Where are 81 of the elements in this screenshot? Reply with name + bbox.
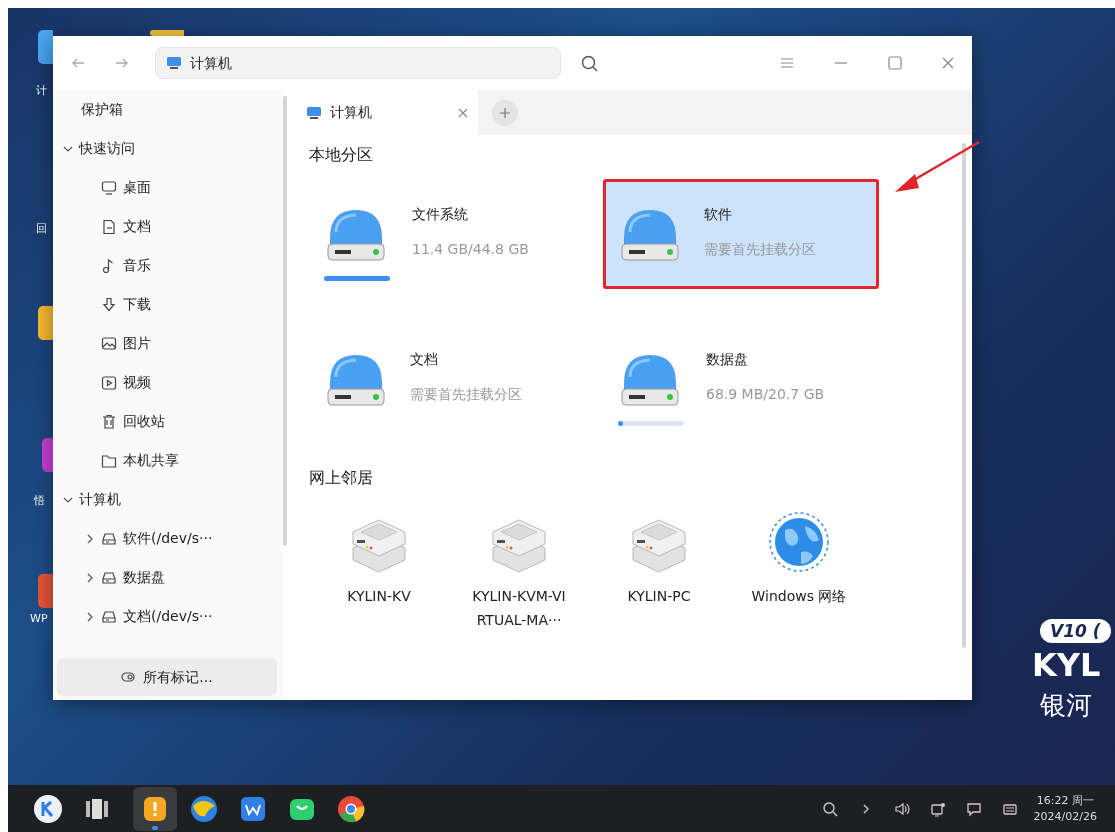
tag-icon [121,672,136,682]
monitor-icon [101,179,117,196]
menu-icon [780,57,794,69]
arrow-right-icon [115,57,129,69]
maximize-icon [888,56,902,70]
drive-item[interactable]: 文档 需要首先挂载分区 [309,324,585,434]
network-host-name: KYLIN-PC [627,587,691,606]
sidebar-item[interactable]: 计算机 [53,480,283,519]
speaker-icon [893,800,910,817]
arrow-left-icon [71,57,85,69]
drive-name: 文档 [410,350,439,369]
drive-icon [101,569,117,586]
search-icon [581,54,598,72]
clock-display: 16:22 周一 2024/02/26 [1033,792,1097,825]
tab[interactable]: 计算机 [296,90,478,135]
network-host-item[interactable]: KYLIN-KVM-VIRTUAL-MA··· [449,502,589,632]
taskbar-app-button[interactable] [133,786,177,831]
trash-icon [101,413,117,430]
browser-icon [189,793,219,824]
running-indicator [152,825,158,830]
drive-name: 软件 [704,205,733,224]
desktop-icon-label[interactable]: 悟 [34,494,45,507]
search-icon [821,800,838,817]
drive-icon [101,530,117,547]
network-host-item[interactable]: KYLIN-PC [589,502,729,632]
chevron-right-icon[interactable] [85,611,95,622]
drive-item[interactable]: 数据盘 68.9 MB/20.7 GB [603,324,879,434]
network-host-name: Windows 网络 [751,587,847,606]
brand-subtitle: 银河 [1040,690,1092,720]
network-host-item[interactable]: Windows 网络 [729,502,869,632]
drive-detail: 需要首先挂载分区 [704,240,816,259]
drive-detail: 需要首先挂载分区 [410,385,522,404]
chat-bubble-icon [965,800,982,817]
drive-item[interactable]: 软件 需要首先挂载分区 [603,179,879,289]
video-icon [101,374,117,391]
sidebar-item[interactable]: 本机共享 [53,441,283,480]
drive-name: 数据盘 [706,350,749,369]
address-bar[interactable]: 计算机 [155,47,561,79]
drive-detail: 68.9 MB/20.7 GB [706,385,825,404]
version-badge: V10 ( [1040,619,1111,643]
network-host-item[interactable]: KYLIN-KV [309,502,449,632]
globe-icon [767,510,831,574]
network-host-name: KYLIN-KVM-VIRTUAL-MA··· [471,587,567,630]
brand-logo-text: KYL [1032,646,1101,684]
sidebar-item[interactable]: 音乐 [53,246,283,285]
desktop-icon-label[interactable]: 回 [36,222,47,235]
document-icon [101,218,117,235]
desktop-icon-label[interactable]: WP [30,612,48,625]
network-host-name: KYLIN-KV [347,587,411,606]
download-icon [101,296,117,313]
sidebar-item[interactable]: 保护箱 [53,90,283,129]
sidebar-item[interactable]: 视频 [53,363,283,402]
circle-logo-icon [336,793,366,824]
sidebar-item[interactable]: 数据盘 [53,558,283,597]
section-heading: 网上邻居 [309,467,374,489]
chevron-right-icon[interactable] [85,572,95,583]
network-icon [929,800,946,817]
sidebar-item[interactable]: 图片 [53,324,283,363]
sidebar-item[interactable]: 桌面 [53,168,283,207]
sidebar-item[interactable]: 快速访问 [53,129,283,168]
monitor-icon [306,105,322,120]
plus-icon [500,108,510,118]
desktop-icon-label[interactable]: 计 [36,84,47,97]
folder-icon [101,452,117,469]
drive-detail: 11.4 GB/44.8 GB [412,240,529,259]
sidebar-item[interactable]: 文档 [53,207,283,246]
close-icon[interactable] [458,107,468,118]
launcher-icon [33,793,63,824]
monitor-icon [166,56,182,70]
sidebar-item[interactable]: 文档(/dev/s··· [53,597,283,636]
all-tags-button[interactable]: 所有标记... [57,658,277,696]
sidebar-item[interactable]: 下载 [53,285,283,324]
sidebar-item[interactable]: 回收站 [53,402,283,441]
image-icon [101,335,117,352]
close-icon [942,57,954,69]
chevron-right-icon[interactable] [85,533,95,544]
sidebar-item[interactable]: 软件(/dev/s··· [53,519,283,558]
drive-icon [101,608,117,625]
section-heading: 本地分区 [309,144,374,166]
drive-item[interactable]: 文件系统 11.4 GB/44.8 GB [309,179,585,289]
drive-name: 文件系统 [412,205,469,224]
